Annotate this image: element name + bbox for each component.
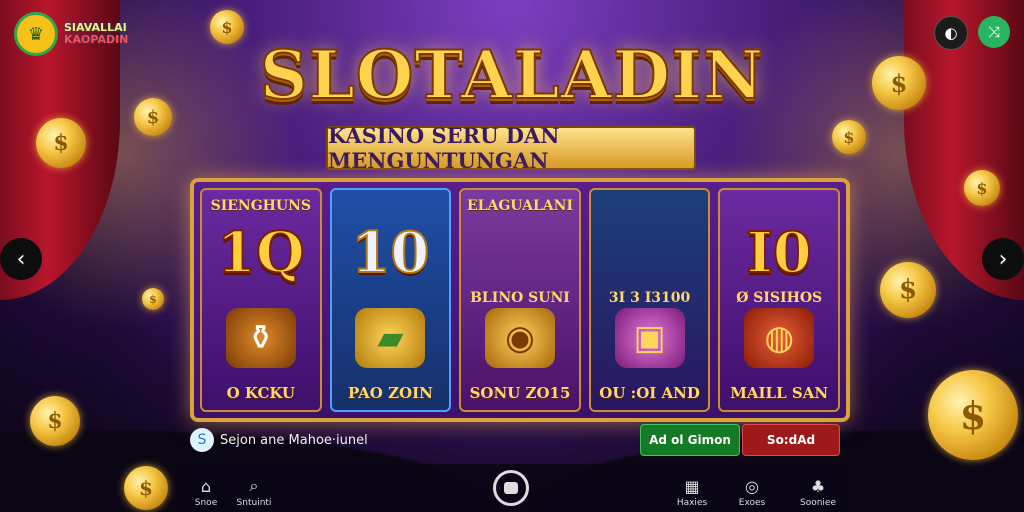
coin-icon: $ bbox=[832, 120, 866, 154]
game-columns: SIENGHUNS 1Q ⚱ O KCKU 10 ▰ PAO ZOIN ELAG… bbox=[200, 188, 840, 412]
nav-label: Haxies bbox=[676, 498, 708, 508]
coin-icon: $ bbox=[36, 118, 86, 168]
nav-item-search[interactable]: ⌕ Sntuinti bbox=[234, 476, 274, 508]
info-icon: S bbox=[190, 428, 214, 452]
card-mid-text: 3I 3 I3100 bbox=[608, 290, 691, 306]
card-footer: O KCKU bbox=[226, 384, 296, 402]
card-header: SIENGHUNS bbox=[210, 198, 312, 214]
card-footer: OU :OI AND bbox=[599, 384, 700, 402]
card-number: 1Q bbox=[216, 219, 306, 287]
game-card[interactable]: SIENGHUNS 1Q ⚱ O KCKU bbox=[200, 188, 322, 412]
nav-item-home[interactable]: ⌂ Snoe bbox=[186, 477, 226, 508]
coin-icon: $ bbox=[928, 370, 1018, 460]
nav-item-settings[interactable]: ◎ Exoes bbox=[732, 477, 772, 508]
coin-icon: $ bbox=[30, 396, 80, 446]
coin-icon: $ bbox=[124, 466, 168, 510]
search-icon: ⌕ bbox=[249, 476, 259, 495]
card-mid-text: Ø SISIHOS bbox=[736, 290, 823, 306]
settings-icon: ◎ bbox=[745, 477, 759, 496]
gold-bar-icon: ▰ bbox=[355, 308, 426, 368]
game-card[interactable]: I0 Ø SISIHOS ◍ MAILL SAN bbox=[718, 188, 840, 412]
gift-box-icon: ▣ bbox=[614, 308, 685, 368]
nav-label: Sntuinti bbox=[236, 498, 272, 508]
page-title: SLOTALADIN bbox=[259, 35, 765, 115]
card-footer: PAO ZOIN bbox=[347, 384, 433, 402]
card-number: 10 bbox=[350, 219, 430, 287]
card-mid-text: BLINO SUNI bbox=[470, 290, 570, 306]
card-number: I0 bbox=[746, 219, 813, 287]
card-header: ELAGUALANI bbox=[466, 198, 573, 214]
primary-cta-button[interactable]: Ad ol Gimon bbox=[640, 424, 740, 456]
coin-icon: $ bbox=[964, 170, 1000, 206]
bottom-nav: ⌂ Snoe ⌕ Sntuinti ▦ Haxies ◎ Exoes ♣ Soo… bbox=[182, 464, 842, 512]
treasure-chest-icon: ◉ bbox=[484, 308, 555, 368]
nav-item-clover[interactable]: ♣ Sooniee bbox=[798, 477, 838, 508]
nav-label: Snoe bbox=[194, 498, 218, 508]
clover-icon: ♣ bbox=[810, 477, 826, 496]
coin-pot-icon: ⚱ bbox=[225, 308, 296, 368]
nav-label: Sooniee bbox=[799, 498, 836, 508]
info-label: Sejon ane Mahoe·iunel bbox=[220, 432, 368, 448]
home-button-icon bbox=[504, 482, 518, 494]
coin-icon: $ bbox=[880, 262, 936, 318]
card-footer: SONU ZO15 bbox=[469, 384, 571, 402]
chevron-right-icon: › bbox=[998, 246, 1008, 272]
secondary-cta-button[interactable]: So:dAd bbox=[742, 424, 840, 456]
lamp-icon: ◍ bbox=[744, 308, 815, 368]
list-icon: ▦ bbox=[684, 477, 700, 496]
nav-item-list[interactable]: ▦ Haxies bbox=[672, 477, 712, 508]
carousel-prev-button[interactable]: ‹ bbox=[0, 238, 42, 280]
center-home-button[interactable] bbox=[493, 470, 529, 506]
game-panel: SIENGHUNS 1Q ⚱ O KCKU 10 ▰ PAO ZOIN ELAG… bbox=[190, 178, 850, 422]
game-card[interactable]: 3I 3 I3100 ▣ OU :OI AND bbox=[588, 188, 711, 412]
chevron-left-icon: ‹ bbox=[16, 246, 26, 272]
coin-icon: $ bbox=[142, 288, 164, 310]
home-icon: ⌂ bbox=[200, 477, 212, 496]
nav-label: Exoes bbox=[738, 498, 766, 508]
game-card[interactable]: ELAGUALANI BLINO SUNI ◉ SONU ZO15 bbox=[459, 188, 581, 412]
game-card[interactable]: 10 ▰ PAO ZOIN bbox=[329, 188, 452, 412]
carousel-next-button[interactable]: › bbox=[982, 238, 1024, 280]
page-subtitle: KASINO SERU DAN MENGUNTUNGAN bbox=[326, 123, 696, 173]
card-footer: MAILL SAN bbox=[730, 384, 829, 402]
